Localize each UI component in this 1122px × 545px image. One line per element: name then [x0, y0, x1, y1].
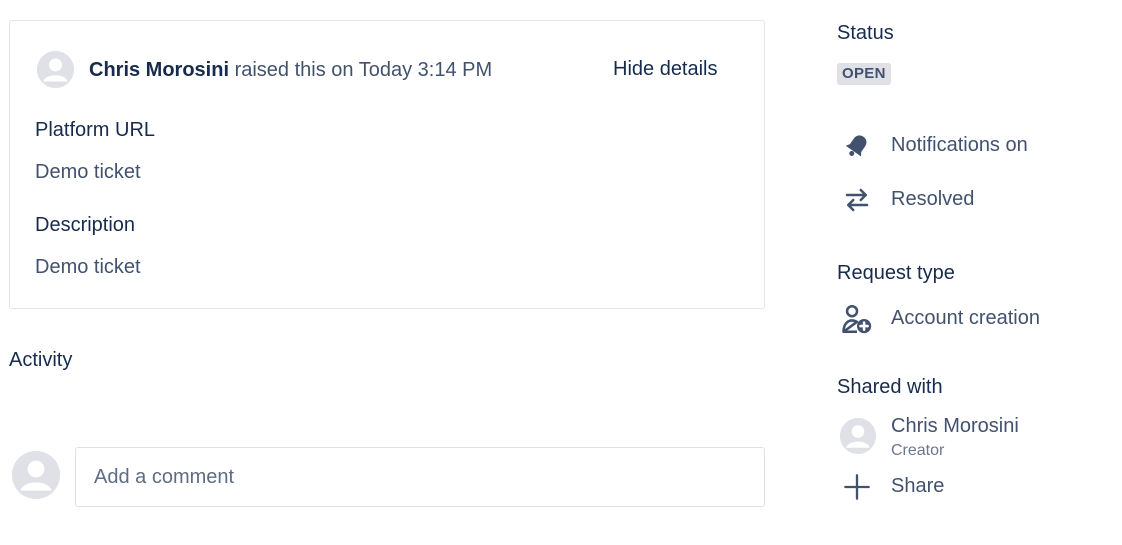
plus-icon[interactable] [840, 470, 874, 504]
user-add-icon [840, 302, 874, 336]
status-badge[interactable]: OPEN [837, 63, 891, 85]
shared-person-avatar [840, 418, 876, 454]
default-avatar-icon [12, 451, 60, 499]
shared-with-heading: Shared with [837, 376, 943, 398]
field-value-platform-url: Demo ticket [35, 161, 141, 183]
field-value-description: Demo ticket [35, 256, 141, 278]
current-user-avatar [12, 451, 60, 499]
raised-by-line: Chris Morosini raised this on Today 3:14… [89, 59, 492, 82]
add-comment-input[interactable]: Add a comment [75, 447, 765, 507]
transition-arrows-icon[interactable] [840, 183, 874, 217]
ticket-details-card: Chris Morosini raised this on Today 3:14… [9, 20, 765, 309]
notifications-toggle[interactable]: Notifications on [891, 134, 1028, 157]
raised-text: raised this on Today 3:14 PM [234, 59, 493, 81]
reporter-name: Chris Morosini [89, 59, 230, 81]
shared-person-role: Creator [891, 442, 945, 459]
shared-person-name: Chris Morosini [891, 415, 1019, 437]
field-label-platform-url: Platform URL [35, 119, 156, 141]
status-heading: Status [837, 22, 894, 44]
field-label-description: Description [35, 214, 136, 236]
request-type-value: Account creation [891, 307, 1040, 329]
request-type-heading: Request type [837, 262, 955, 284]
default-avatar-icon [37, 51, 74, 88]
resolved-status-action[interactable]: Resolved [891, 188, 974, 211]
share-button[interactable]: Share [891, 475, 944, 498]
activity-heading: Activity [9, 349, 73, 371]
reporter-avatar [37, 51, 74, 88]
bell-icon[interactable] [840, 129, 874, 163]
default-avatar-icon [840, 418, 876, 454]
hide-details-button[interactable]: Hide details [613, 58, 718, 81]
